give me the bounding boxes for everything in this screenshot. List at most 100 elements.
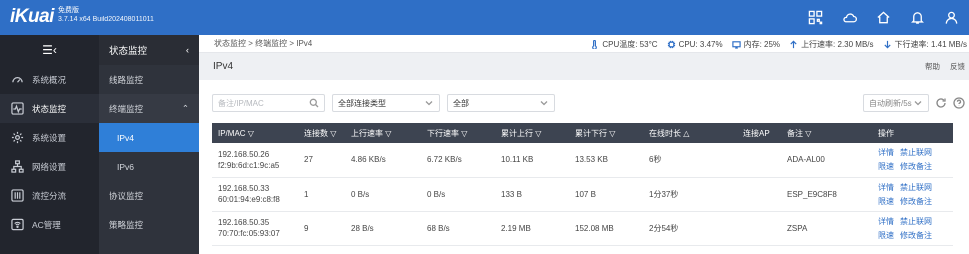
limit-link[interactable]: 限速 [878,197,894,206]
cell-up-rate: 28 B/s [345,211,421,246]
detail-link[interactable]: 详情 [878,217,894,226]
auto-refresh-value: 自动刷新/5s [869,98,912,108]
cloud-icon[interactable] [841,9,857,25]
cell-note: ADA-AL00 [781,143,872,178]
table-row: 192.168.50.26 f2:9b:6d:c1:9c:a5 27 4.86 K… [212,143,953,178]
cell-up-rate: 0 B/s [345,177,421,212]
sidebar-item-ac[interactable]: AC管理 [0,210,99,239]
sub-sidebar: 状态监控 ‹ 线路监控 终端监控 ⌃ IPv4 IPv6 协议监控 策略监控 [99,35,199,254]
col-online[interactable]: 在线时长 △ [643,123,737,143]
cell-ap [737,143,781,178]
feedback-link[interactable]: 反馈 [950,61,965,72]
sub-item-ipv4[interactable]: IPv4 [99,123,199,152]
cpu-temp-value: CPU温度: 53°C [602,39,658,49]
connection-type-value: 全部连接类型 [338,98,386,108]
sidebar-item-network-settings[interactable]: 网络设置 [0,152,99,181]
chevron-left-icon[interactable]: ‹ [186,45,189,56]
breadcrumb: 状态监控 > 终端监控 > IPv4 [214,39,313,48]
sub-item-label: 策略监控 [109,219,144,230]
cell-online: 6秒 [643,143,737,178]
edit-note-link[interactable]: 修改备注 [900,162,932,171]
cell-down-rate: 0 B/s [421,177,495,212]
sub-item-label: 终端监控 [109,103,144,114]
sidebar-item-flow-control[interactable]: 流控分流 [0,181,99,210]
page-title: IPv4 [213,61,234,72]
sub-item-protocol-monitor[interactable]: 协议监控 [99,181,199,210]
sidebar-item-overview[interactable]: 系统概况 [0,65,99,94]
terminal-table: IP/MAC ▽ 连接数 ▽ 上行速率 ▽ 下行速率 ▽ 累计上行 ▽ 累计下行… [212,123,953,246]
memory-icon [731,40,741,49]
sub-item-policy-monitor[interactable]: 策略监控 [99,210,199,239]
sub-sidebar-header[interactable]: 状态监控 ‹ [99,35,199,65]
chevron-down-icon [914,101,922,106]
pulse-icon [10,102,24,116]
edit-note-link[interactable]: 修改备注 [900,197,932,206]
sub-item-terminal-monitor[interactable]: 终端监控 ⌃ [99,94,199,123]
title-links: 帮助 反馈 [925,61,965,72]
ip-value: 192.168.50.33 [218,184,270,193]
scope-value: 全部 [453,98,469,108]
top-icon-group [807,9,959,25]
sidebar-item-label: 网络设置 [32,161,67,172]
arrow-down-icon [883,40,891,48]
gauge-icon [10,73,24,87]
cell-ipmac: 192.168.50.35 70:70:fc:05:93:07 [212,211,298,246]
col-total-down[interactable]: 累计下行 ▽ [569,123,643,143]
cell-ops: 详情 禁止联网 限速 修改备注 [872,177,953,212]
thermometer-icon [592,39,598,49]
col-total-up[interactable]: 累计上行 ▽ [495,123,569,143]
sub-item-line-monitor[interactable]: 线路监控 [99,65,199,94]
cpu-value: CPU: 3.47% [678,39,723,49]
user-icon[interactable] [943,9,959,25]
ip-value: 192.168.50.35 [218,218,270,227]
help-icon[interactable] [952,97,965,110]
detail-link[interactable]: 详情 [878,183,894,192]
page-title-bar: IPv4 帮助 反馈 [199,53,969,80]
search-placeholder: 备注/IP/MAC [218,98,264,108]
scope-select[interactable]: 全部 [447,94,555,112]
search-input[interactable]: 备注/IP/MAC [212,94,325,112]
menu-toggle-icon[interactable]: ☰‹ [0,35,99,65]
sidebar-item-monitor[interactable]: 状态监控 [0,94,99,123]
cell-online: 1分37秒 [643,177,737,212]
qr-icon[interactable] [807,9,823,25]
limit-link[interactable]: 限速 [878,162,894,171]
sub-item-label: 线路监控 [109,74,144,85]
chevron-down-icon [540,101,548,106]
search-icon [309,98,319,108]
sidebar-item-label: 系统概况 [32,74,67,85]
cell-ipmac: 192.168.50.26 f2:9b:6d:c1:9c:a5 [212,143,298,178]
block-link[interactable]: 禁止联网 [900,217,932,226]
home-icon[interactable] [875,9,891,25]
auto-refresh-select[interactable]: 自动刷新/5s [863,94,929,112]
sliders-icon [10,189,24,203]
col-note[interactable]: 备注 ▽ [781,123,872,143]
cpu-temp-stat: CPU温度: 53°C [590,39,658,50]
cell-ops: 详情 禁止联网 限速 修改备注 [872,211,953,246]
bell-icon[interactable] [909,9,925,25]
edit-note-link[interactable]: 修改备注 [900,231,932,240]
chip-icon [667,40,675,48]
col-ipmac[interactable]: IP/MAC ▽ [212,123,298,143]
table-row: 192.168.50.35 70:70:fc:05:93:07 9 28 B/s … [212,211,953,246]
col-down-rate[interactable]: 下行速率 ▽ [421,123,495,143]
cell-ipmac: 192.168.50.33 60:01:94:e9:c8:f8 [212,177,298,212]
block-link[interactable]: 禁止联网 [900,148,932,157]
refresh-icon[interactable] [934,97,947,110]
edition-label: 免费版 [58,7,79,14]
detail-link[interactable]: 详情 [878,148,894,157]
col-up-rate[interactable]: 上行速率 ▽ [345,123,421,143]
help-link[interactable]: 帮助 [925,61,940,72]
connection-type-select[interactable]: 全部连接类型 [332,94,440,112]
cell-online: 2分54秒 [643,211,737,246]
block-link[interactable]: 禁止联网 [900,183,932,192]
sidebar-item-system-settings[interactable]: 系统设置 [0,123,99,152]
system-stats: CPU温度: 53°C CPU: 3.47% 内存: 25% 上行速率: 2.3… [590,35,967,53]
wifi-icon [10,218,24,232]
cell-up-rate: 4.86 KB/s [345,143,421,178]
col-conns[interactable]: 连接数 ▽ [298,123,345,143]
ip-value: 192.168.50.26 [218,149,270,159]
sub-item-ipv6[interactable]: IPv6 [99,152,199,181]
cell-note: ZSPA [781,211,872,246]
limit-link[interactable]: 限速 [878,231,894,240]
